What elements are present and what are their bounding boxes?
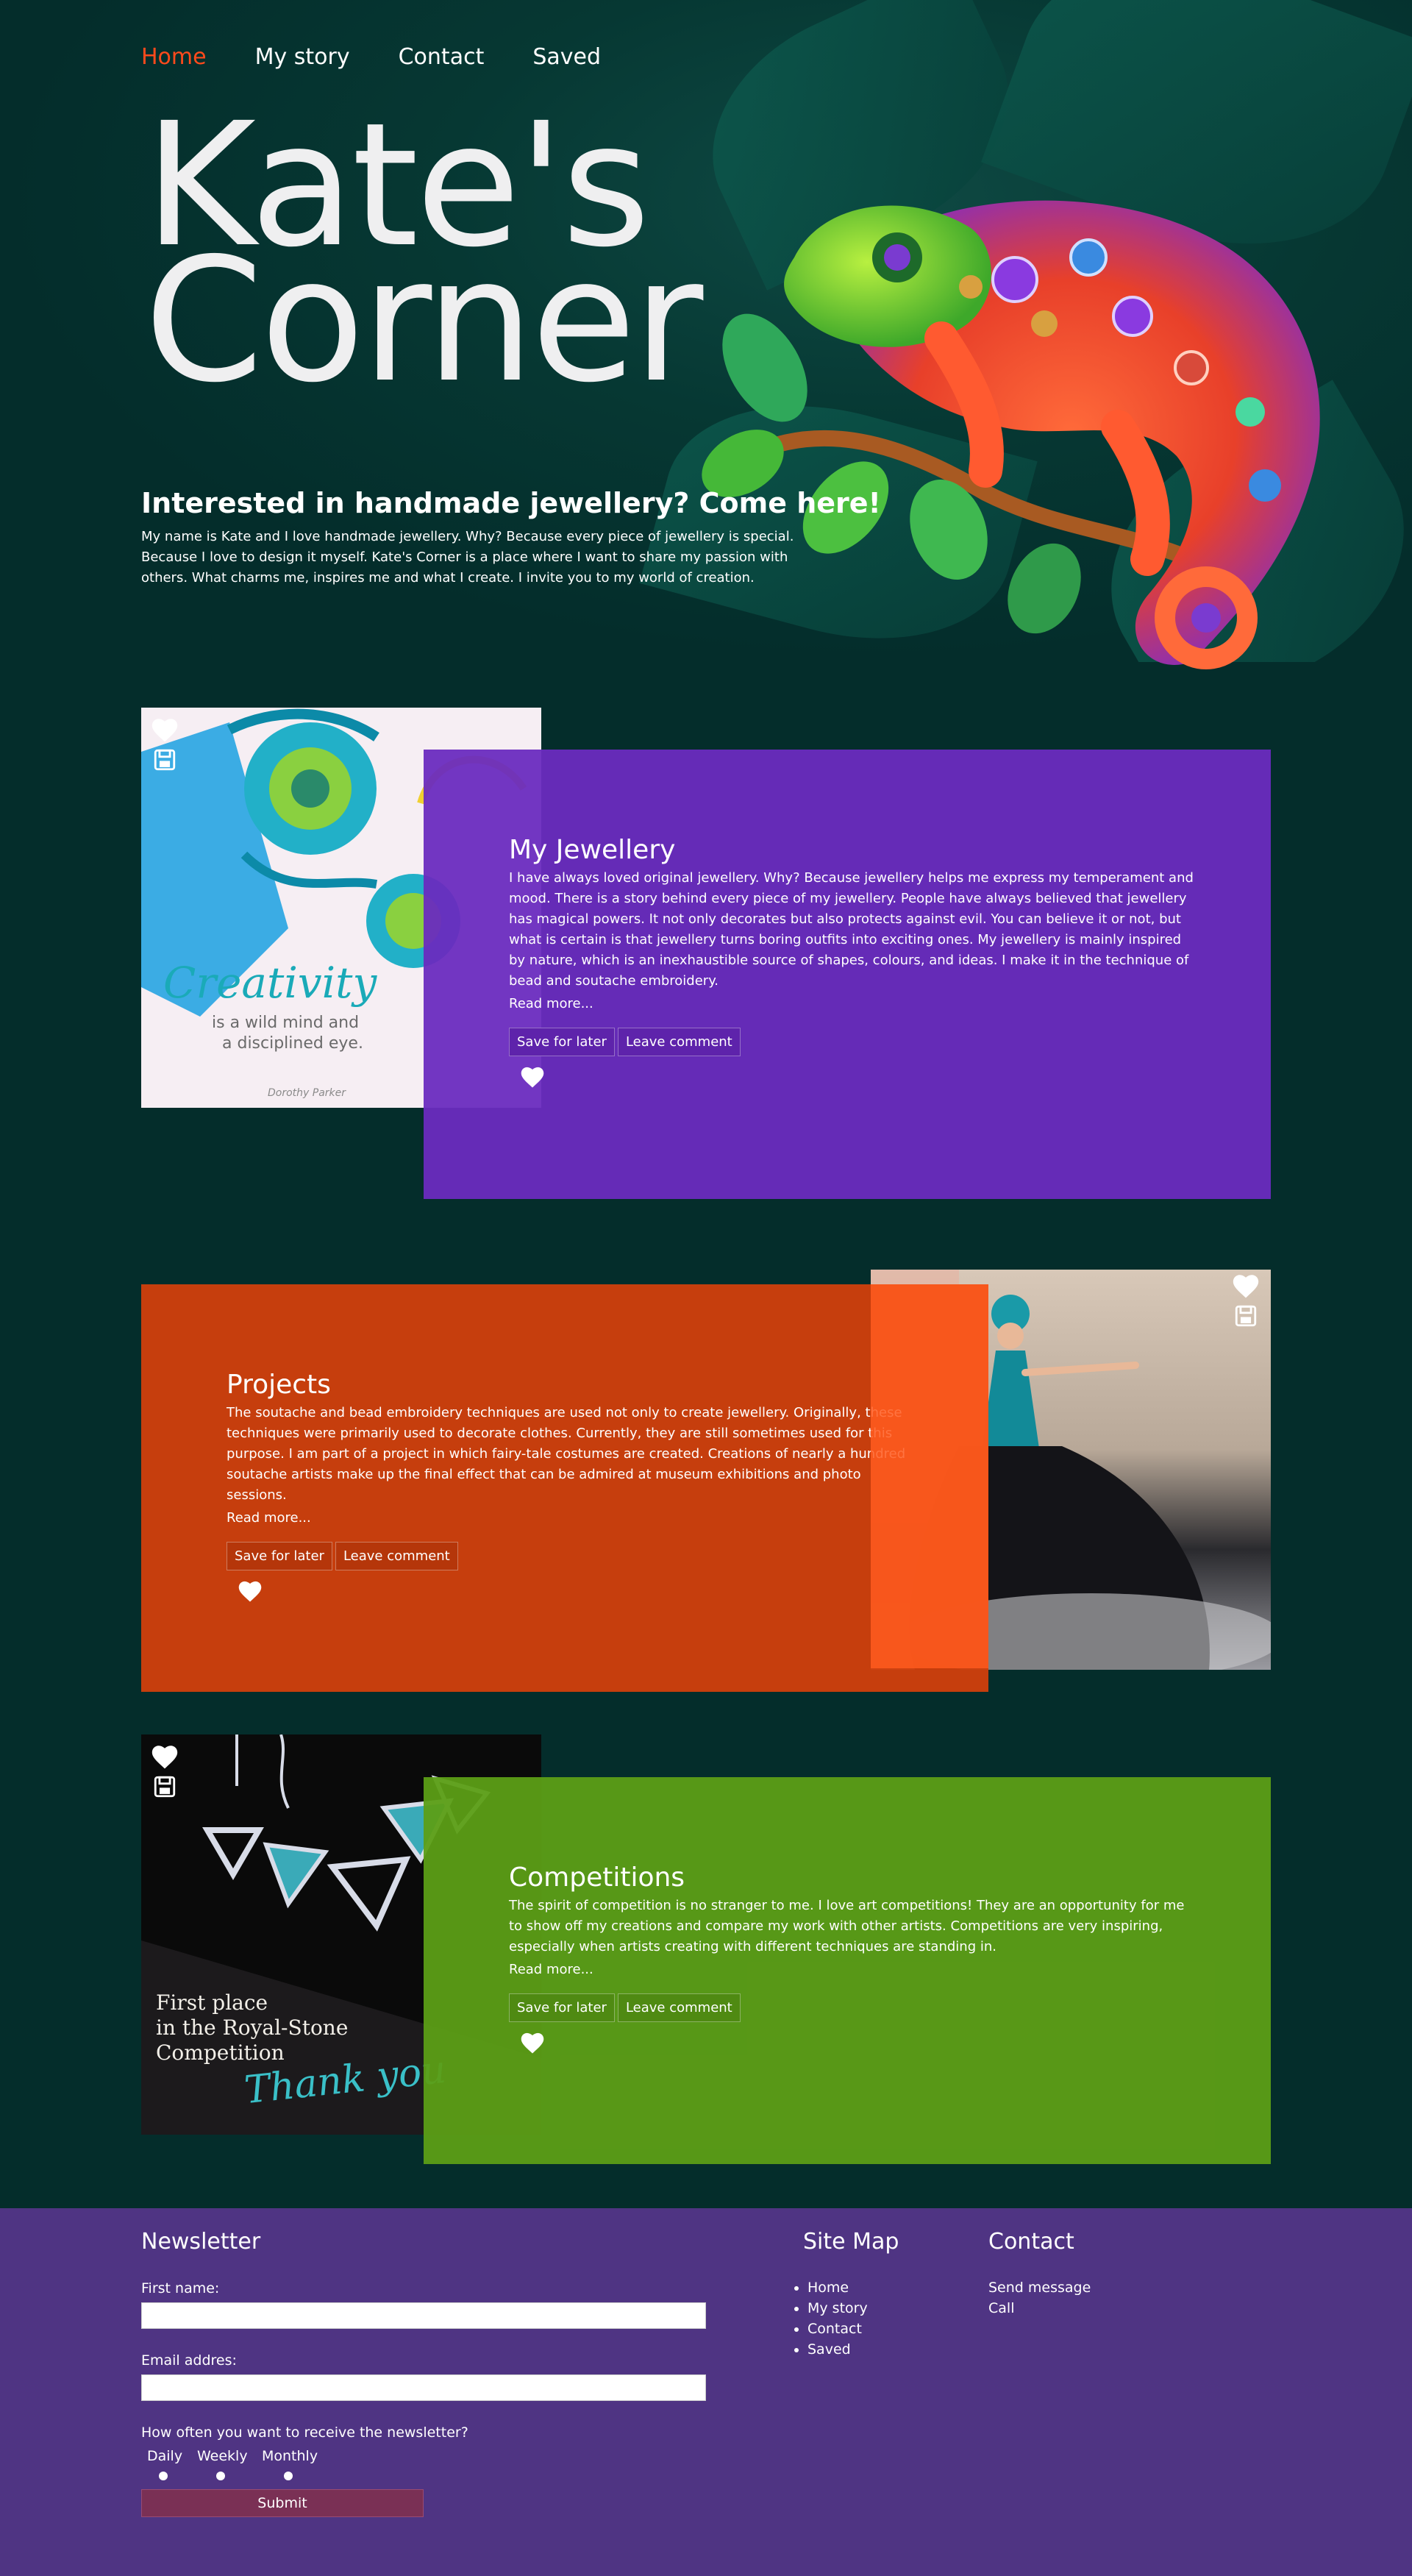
- image-quote-author: Dorothy Parker: [268, 1087, 346, 1099]
- first-name-label: First name:: [141, 2280, 220, 2296]
- option-daily-label: Daily: [147, 2448, 183, 2464]
- email-label: Email addres:: [141, 2352, 237, 2369]
- card-icons: [1231, 1273, 1261, 1328]
- contact-links: Send message Call: [988, 2277, 1091, 2319]
- send-message-link[interactable]: Send message: [988, 2277, 1091, 2298]
- site-title-line2: Corner: [144, 221, 703, 420]
- card-title: Projects: [227, 1370, 331, 1400]
- save-icon[interactable]: [1233, 1303, 1258, 1328]
- nav-item-saved[interactable]: Saved: [532, 44, 601, 70]
- card-text: The spirit of competition is no stranger…: [509, 1898, 1185, 1954]
- leave-comment-button[interactable]: Leave comment: [617, 1028, 741, 1056]
- leave-comment-button[interactable]: Leave comment: [335, 1542, 458, 1570]
- card-text: I have always loved original jewellery. …: [509, 870, 1194, 989]
- nav-item-my-story[interactable]: My story: [255, 44, 350, 70]
- sitemap-item-saved[interactable]: Saved: [807, 2339, 868, 2360]
- save-for-later-button[interactable]: Save for later: [509, 1028, 615, 1056]
- site-title: Kate's Corner: [144, 100, 703, 420]
- intro-heading: Interested in handmade jewellery? Come h…: [141, 487, 881, 519]
- sitemap-item-my-story[interactable]: My story: [807, 2298, 868, 2319]
- save-for-later-button[interactable]: Save for later: [227, 1542, 332, 1570]
- like-heart-icon[interactable]: [519, 2031, 546, 2054]
- read-more-link[interactable]: Read more...: [227, 1510, 311, 1526]
- option-weekly-label: Weekly: [197, 2448, 248, 2464]
- radio-daily[interactable]: [159, 2472, 168, 2480]
- heart-icon[interactable]: [150, 1743, 179, 1770]
- image-overlap-tint: [871, 1284, 988, 1668]
- image-quote-line2: a disciplined eye.: [222, 1034, 363, 1053]
- image-quote-title: Creativity: [163, 958, 377, 1008]
- submit-button[interactable]: Submit: [141, 2489, 424, 2517]
- heart-icon[interactable]: [1231, 1273, 1261, 1299]
- card-projects: Projects The soutache and bead embroider…: [141, 1284, 988, 1692]
- save-for-later-button[interactable]: Save for later: [509, 1993, 615, 2022]
- card-buttons: Save for later Leave comment: [509, 1028, 1200, 1056]
- contact-title: Contact: [988, 2229, 1074, 2255]
- sitemap-title: Site Map: [803, 2229, 899, 2255]
- first-name-input[interactable]: [141, 2302, 706, 2329]
- read-more-link[interactable]: Read more...: [509, 996, 593, 1011]
- footer: Newsletter First name: Email addres: How…: [0, 2208, 1412, 2576]
- card-buttons: Save for later Leave comment: [227, 1542, 918, 1570]
- card-my-jewellery: My Jewellery I have always loved origina…: [424, 750, 1271, 1199]
- option-monthly-label: Monthly: [262, 2448, 318, 2464]
- radio-monthly[interactable]: [284, 2472, 293, 2480]
- email-input[interactable]: [141, 2374, 706, 2401]
- heart-icon[interactable]: [150, 716, 179, 743]
- nav-item-home[interactable]: Home: [141, 44, 207, 70]
- frequency-label: How often you want to receive the newsle…: [141, 2424, 468, 2441]
- image-caption-line1: First place: [156, 1990, 268, 2015]
- card-icons: [150, 1743, 179, 1799]
- sitemap-item-home[interactable]: Home: [807, 2277, 868, 2298]
- card-title: Competitions: [509, 1862, 685, 1893]
- sitemap-list: Home My story Contact Saved: [793, 2277, 868, 2360]
- main-nav: Home My story Contact Saved: [141, 44, 601, 70]
- image-quote-line1: is a wild mind and: [212, 1014, 360, 1032]
- image-caption: First place in the Royal-Stone Competiti…: [156, 1990, 348, 2066]
- card-buttons: Save for later Leave comment: [509, 1993, 1200, 2022]
- save-icon[interactable]: [152, 747, 177, 772]
- card-competitions: Competitions The spirit of competition i…: [424, 1777, 1271, 2164]
- radio-weekly[interactable]: [216, 2472, 225, 2480]
- like-heart-icon[interactable]: [519, 1065, 546, 1089]
- chameleon-art-image: [702, 200, 1320, 669]
- intro-text: My name is Kate and I love handmade jewe…: [141, 529, 794, 586]
- leave-comment-button[interactable]: Leave comment: [617, 1993, 741, 2022]
- save-icon[interactable]: [152, 1774, 177, 1799]
- image-caption-line2: in the Royal-Stone: [156, 2015, 349, 2040]
- card-title: My Jewellery: [509, 835, 676, 865]
- read-more-link[interactable]: Read more...: [509, 1962, 593, 1977]
- like-heart-icon[interactable]: [237, 1579, 263, 1603]
- card-icons: [150, 716, 179, 772]
- call-link[interactable]: Call: [988, 2298, 1091, 2319]
- newsletter-title: Newsletter: [141, 2229, 261, 2255]
- card-text: The soutache and bead embroidery techniq…: [227, 1405, 906, 1503]
- nav-item-contact[interactable]: Contact: [399, 44, 485, 70]
- sitemap-item-contact[interactable]: Contact: [807, 2319, 868, 2339]
